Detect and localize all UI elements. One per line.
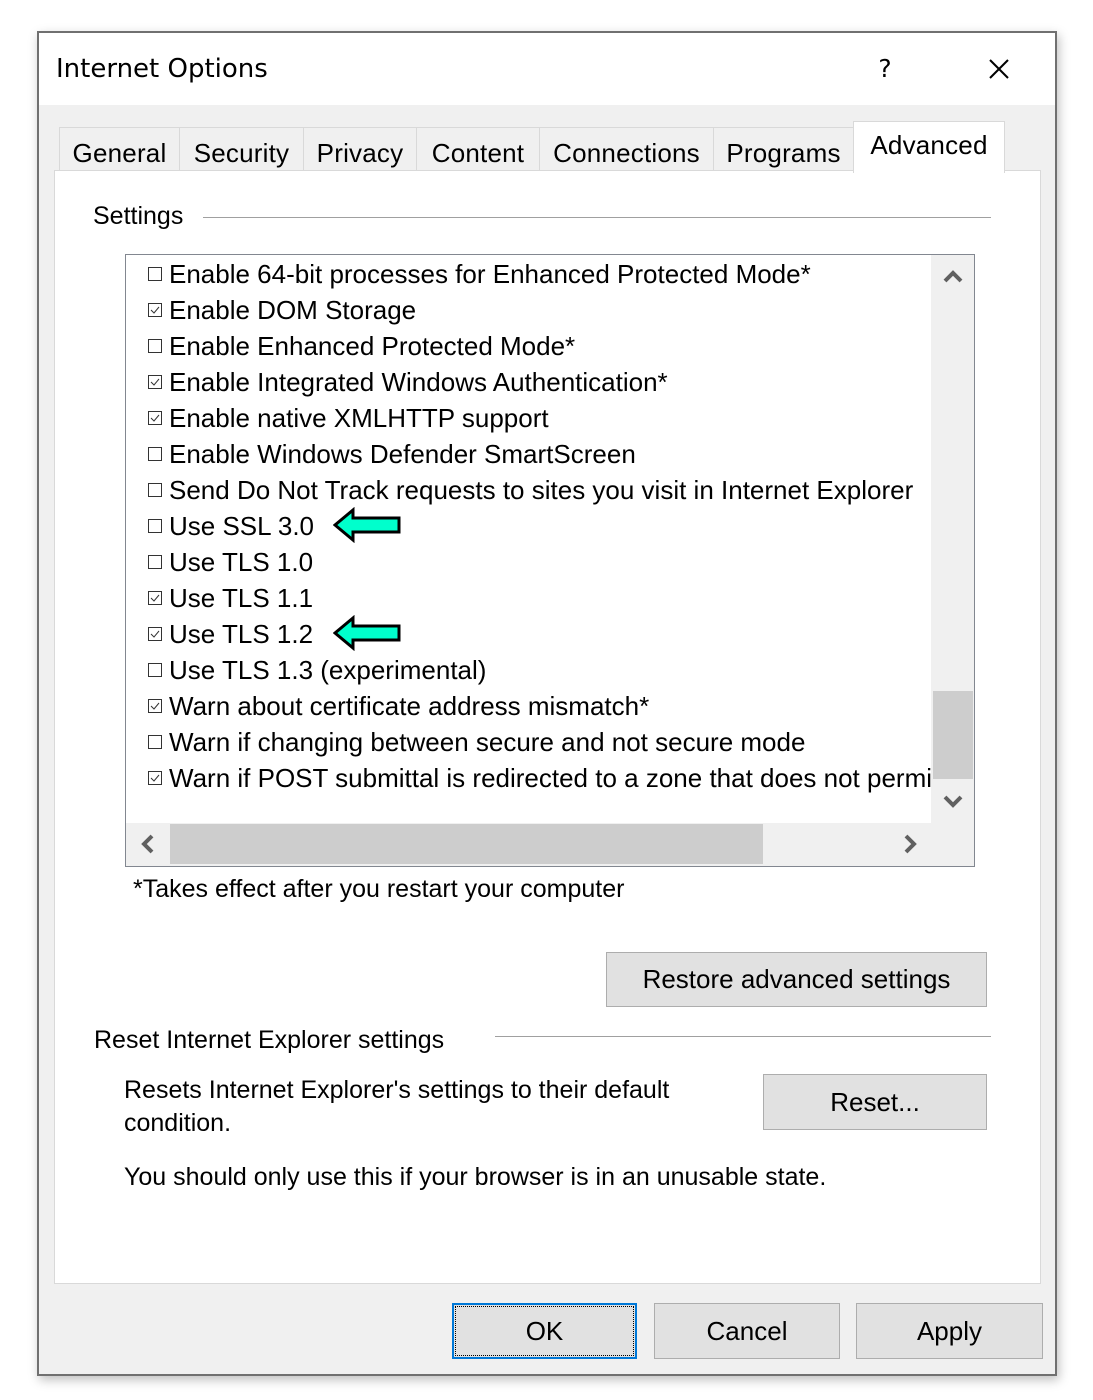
checkbox-checked[interactable] (148, 699, 162, 713)
setting-item-native-xmlhttp[interactable]: Enable native XMLHTTP support (148, 400, 549, 436)
scroll-right-button[interactable] (890, 824, 930, 864)
scroll-up-button[interactable] (933, 257, 973, 297)
checkbox[interactable] (148, 267, 162, 281)
setting-item-tls-1-3[interactable]: Use TLS 1.3 (experimental) (148, 652, 486, 688)
scroll-left-button[interactable] (128, 824, 168, 864)
checkbox-checked[interactable] (148, 591, 162, 605)
tab-connections[interactable]: Connections (539, 127, 714, 171)
setting-label: Enable Windows Defender SmartScreen (169, 438, 636, 469)
horizontal-scrollbar[interactable] (126, 823, 931, 866)
checkmark-icon (150, 630, 160, 638)
cancel-button[interactable]: Cancel (654, 1303, 840, 1359)
setting-label: Enable 64-bit processes for Enhanced Pro… (169, 258, 811, 289)
checkbox[interactable] (148, 519, 162, 533)
setting-item-64bit-epm[interactable]: Enable 64-bit processes for Enhanced Pro… (148, 256, 811, 292)
checkmark-icon (150, 414, 160, 422)
checkbox-checked[interactable] (148, 375, 162, 389)
setting-label: Use TLS 1.0 (169, 546, 314, 577)
close-button[interactable] (979, 49, 1019, 89)
checkbox-checked[interactable] (148, 771, 162, 785)
setting-item-cert-mismatch[interactable]: Warn about certificate address mismatch* (148, 688, 649, 724)
setting-label: Enable Integrated Windows Authentication… (169, 366, 668, 397)
checkbox[interactable] (148, 483, 162, 497)
setting-item-tls-1-1[interactable]: Use TLS 1.1 (148, 580, 313, 616)
setting-item-smartscreen[interactable]: Enable Windows Defender SmartScreen (148, 436, 636, 472)
checkmark-icon (150, 702, 160, 710)
vertical-scroll-thumb[interactable] (933, 691, 973, 779)
tab-programs[interactable]: Programs (713, 127, 854, 171)
checkmark-icon (150, 306, 160, 314)
scroll-down-button[interactable] (933, 781, 973, 821)
setting-label: Warn about certificate address mismatch* (169, 690, 650, 721)
reset-warning: You should only use this if your browser… (124, 1163, 827, 1191)
tab-content[interactable]: Content (416, 127, 540, 171)
setting-item-post-redirect[interactable]: Warn if POST submittal is redirected to … (148, 760, 931, 796)
advanced-tab-panel: Settings Enable 64-bit processes for Enh… (54, 170, 1041, 1284)
setting-item-tls-1-0[interactable]: Use TLS 1.0 (148, 544, 313, 580)
settings-group-divider (203, 217, 991, 218)
settings-list: Enable 64-bit processes for Enhanced Pro… (126, 255, 931, 823)
checkbox-checked[interactable] (148, 627, 162, 641)
setting-item-ssl-3-0[interactable]: Use SSL 3.0 (148, 508, 314, 544)
setting-label: Use TLS 1.3 (experimental) (169, 654, 487, 685)
settings-listbox[interactable]: Enable 64-bit processes for Enhanced Pro… (125, 254, 975, 867)
reset-button[interactable]: Reset... (763, 1074, 987, 1130)
internet-options-dialog: Internet Options ? General Security Priv… (37, 31, 1057, 1376)
checkbox[interactable] (148, 447, 162, 461)
settings-group-label: Settings (93, 202, 192, 231)
setting-item-integrated-windows-auth[interactable]: Enable Integrated Windows Authentication… (148, 364, 668, 400)
setting-label: Warn if changing between secure and not … (169, 726, 806, 757)
checkbox[interactable] (148, 663, 162, 677)
checkbox-checked[interactable] (148, 303, 162, 317)
checkbox[interactable] (148, 735, 162, 749)
chevron-right-icon (904, 834, 917, 854)
setting-label: Use TLS 1.1 (169, 582, 314, 613)
setting-label: Warn if POST submittal is redirected to … (169, 762, 931, 793)
apply-button[interactable]: Apply (856, 1303, 1043, 1359)
setting-item-epm[interactable]: Enable Enhanced Protected Mode* (148, 328, 575, 364)
setting-item-secure-mode-change[interactable]: Warn if changing between secure and not … (148, 724, 805, 760)
help-button[interactable]: ? (867, 49, 903, 89)
annotation-arrow-tls12 (333, 615, 401, 651)
tab-general[interactable]: General (59, 127, 180, 171)
setting-label: Use SSL 3.0 (169, 510, 315, 541)
setting-label: Use TLS 1.2 (169, 618, 314, 649)
tab-security[interactable]: Security (179, 127, 304, 171)
tab-privacy[interactable]: Privacy (303, 127, 417, 171)
chevron-up-icon (943, 270, 963, 283)
restart-note: *Takes effect after you restart your com… (133, 875, 625, 903)
scrollbar-corner (931, 823, 974, 866)
horizontal-scroll-thumb[interactable] (170, 824, 763, 864)
chevron-left-icon (141, 834, 154, 854)
setting-label: Enable native XMLHTTP support (169, 402, 549, 433)
setting-label: Enable DOM Storage (169, 294, 417, 325)
ok-button[interactable]: OK (452, 1303, 637, 1359)
reset-description: Resets Internet Explorer's settings to t… (124, 1076, 670, 1137)
checkbox[interactable] (148, 555, 162, 569)
vertical-scrollbar[interactable] (931, 255, 974, 823)
setting-item-tls-1-2[interactable]: Use TLS 1.2 (148, 616, 313, 652)
annotation-arrow-ssl (333, 507, 401, 543)
tab-advanced[interactable]: Advanced (853, 121, 1005, 173)
setting-label: Send Do Not Track requests to sites you … (169, 474, 914, 505)
setting-item-dom-storage[interactable]: Enable DOM Storage (148, 292, 416, 328)
checkbox-checked[interactable] (148, 411, 162, 425)
restore-advanced-settings-button[interactable]: Restore advanced settings (606, 952, 987, 1007)
window-title: Internet Options (56, 54, 268, 84)
checkmark-icon (150, 378, 160, 386)
reset-group-divider (495, 1036, 991, 1037)
setting-label: Enable Enhanced Protected Mode* (169, 330, 576, 361)
title-bar: Internet Options ? (39, 33, 1055, 105)
checkmark-icon (150, 594, 160, 602)
chevron-down-icon (943, 795, 963, 808)
close-icon (989, 59, 1009, 79)
checkmark-icon (150, 774, 160, 782)
reset-group-label: Reset Internet Explorer settings (94, 1026, 453, 1055)
checkbox[interactable] (148, 339, 162, 353)
setting-item-do-not-track[interactable]: Send Do Not Track requests to sites you … (148, 472, 913, 508)
